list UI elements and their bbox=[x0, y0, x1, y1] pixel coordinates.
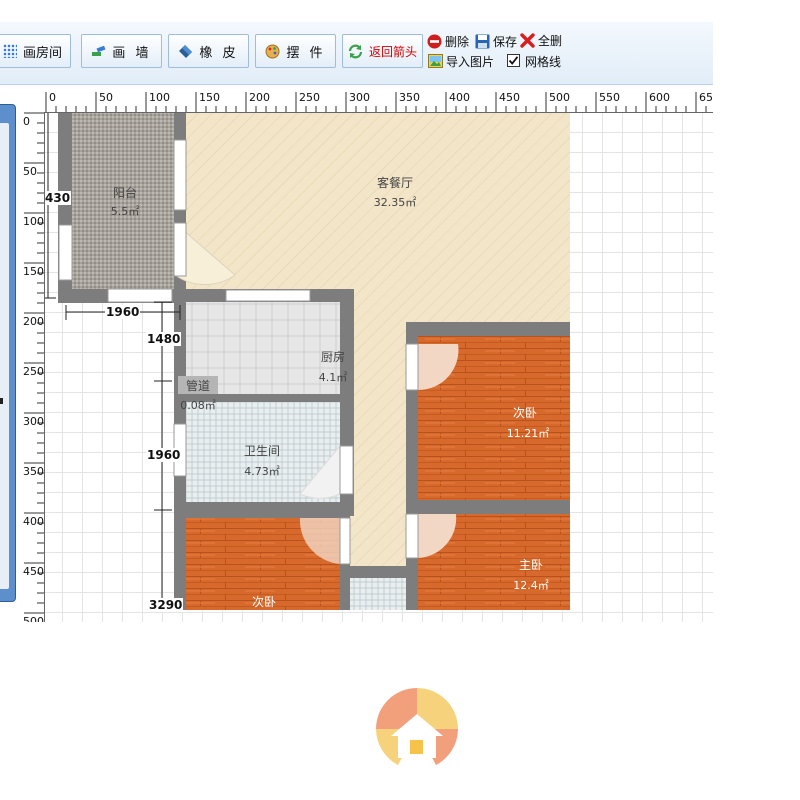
ruler-top-label: 650 bbox=[699, 91, 713, 104]
drawing-canvas[interactable]: 阳台 5.5㎡ 客餐厅 32.35㎡ 厨房 4.1㎡ 管道 0.08㎡ 卫生间 … bbox=[0, 90, 713, 622]
kitchen-window bbox=[225, 289, 311, 302]
balcony-name: 阳台 bbox=[112, 186, 138, 200]
furniture-label: 摆 件 bbox=[286, 45, 326, 61]
ruler-top-label: 600 bbox=[649, 91, 670, 104]
draw-room-button[interactable]: 画房间 bbox=[0, 34, 71, 68]
ruler-left-label: 0 bbox=[23, 115, 30, 128]
bottom-bedroom-door-opening bbox=[339, 517, 351, 565]
image-icon bbox=[428, 54, 443, 69]
eraser-icon bbox=[178, 44, 193, 59]
balcony-window-top bbox=[107, 288, 173, 303]
ruler-top-label: 500 bbox=[549, 91, 570, 104]
refresh-arrows-icon bbox=[348, 44, 363, 59]
dimension-1960-top: 1960 bbox=[105, 305, 141, 319]
living-room-name: 客餐厅 bbox=[376, 176, 414, 190]
bathroom-area: 4.73㎡ bbox=[244, 465, 280, 478]
right-bedroom-door-opening bbox=[405, 343, 419, 391]
ruler-top-label: 300 bbox=[349, 91, 370, 104]
ruler-top-label: 0 bbox=[49, 91, 56, 104]
ruler-top-label: 50 bbox=[99, 91, 113, 104]
balcony-window-right bbox=[173, 139, 187, 211]
ruler-left-label: 200 bbox=[23, 315, 44, 328]
delete-all-label: 全删 bbox=[538, 34, 563, 48]
undo-label: 返回箭头 bbox=[368, 44, 417, 59]
delete-all-button[interactable]: 全删 bbox=[520, 32, 562, 49]
house-logo-icon bbox=[376, 688, 458, 765]
pencil-wall-icon bbox=[91, 44, 106, 59]
side-panel-collapsed[interactable] bbox=[0, 104, 16, 602]
ruler-left-label: 100 bbox=[23, 215, 44, 228]
kitchen-area: 4.1㎡ bbox=[318, 371, 348, 384]
minus-circle-icon bbox=[427, 34, 442, 49]
ruler-corner bbox=[22, 90, 44, 112]
side-panel-inner bbox=[0, 123, 9, 589]
floor-plan[interactable] bbox=[0, 90, 713, 622]
ruler-top-label: 150 bbox=[199, 91, 220, 104]
import-image-button[interactable]: 导入图片 bbox=[428, 53, 494, 70]
grid-lines-label: 网格线 bbox=[525, 55, 562, 69]
pipe-name: 管道 bbox=[185, 379, 211, 393]
ruler-top: 0 50 100 150 200 250 300 350 400 450 500 550 600 650 bbox=[44, 90, 713, 113]
balcony-floor[interactable] bbox=[72, 113, 174, 289]
side-panel-handle[interactable] bbox=[0, 398, 3, 404]
master-bedroom-area: 12.4㎡ bbox=[513, 579, 549, 592]
ruler-top-label: 550 bbox=[599, 91, 620, 104]
import-image-label: 导入图片 bbox=[446, 55, 495, 69]
draw-wall-button[interactable]: 画 墙 bbox=[81, 34, 162, 68]
bathroom-name: 卫生间 bbox=[243, 444, 281, 458]
ruler-top-label: 200 bbox=[249, 91, 270, 104]
ruler-left-label: 400 bbox=[23, 515, 44, 528]
draw-wall-label: 画 墙 bbox=[112, 45, 152, 61]
eraser-button[interactable]: 橡 皮 bbox=[168, 34, 249, 68]
toolbar: 画房间 画 墙 橡 皮 摆 件 返回箭头 删除 保存 全删 导入图片 网格线 bbox=[0, 22, 713, 85]
palette-icon bbox=[265, 44, 280, 59]
ruler-top-label: 400 bbox=[449, 91, 470, 104]
draw-room-label: 画房间 bbox=[22, 45, 62, 61]
master-bedroom-name: 主卧 bbox=[518, 558, 544, 572]
ruler-top-label: 100 bbox=[149, 91, 170, 104]
floppy-disk-icon bbox=[475, 34, 490, 49]
ruler-top-label: 350 bbox=[399, 91, 420, 104]
undo-button[interactable]: 返回箭头 bbox=[342, 34, 423, 68]
ruler-left-label: 50 bbox=[23, 165, 37, 178]
pipe-area: 0.08㎡ bbox=[180, 399, 216, 412]
ruler-left-label: 350 bbox=[23, 465, 44, 478]
balcony-area: 5.5㎡ bbox=[110, 205, 140, 218]
balcony-window-left bbox=[58, 224, 73, 281]
delete-label: 删除 bbox=[445, 35, 470, 49]
right-bedroom-name: 次卧 bbox=[512, 406, 538, 420]
bottom-bedroom-name: 次卧 bbox=[251, 595, 277, 609]
red-x-icon bbox=[520, 33, 535, 48]
dimension-430: 430 bbox=[44, 191, 72, 205]
ruler-left-label: 250 bbox=[23, 365, 44, 378]
kitchen-name: 厨房 bbox=[320, 350, 346, 364]
master-bedroom-door-opening bbox=[405, 513, 419, 559]
ruler-left-label: 450 bbox=[23, 565, 44, 578]
ruler-left-label: 300 bbox=[23, 415, 44, 428]
ruler-top-label: 450 bbox=[499, 91, 520, 104]
right-bedroom-area: 11.21㎡ bbox=[506, 427, 550, 440]
ruler-left-label: 500 bbox=[23, 615, 44, 622]
delete-button[interactable]: 删除 bbox=[427, 33, 469, 50]
checkbox-checked-icon[interactable] bbox=[507, 54, 522, 69]
save-label: 保存 bbox=[493, 35, 518, 49]
dimension-1480: 1480 bbox=[146, 332, 182, 346]
grid-lines-toggle[interactable]: 网格线 bbox=[507, 53, 561, 70]
balcony-door-opening bbox=[173, 222, 187, 277]
ruler-left-label: 150 bbox=[23, 265, 44, 278]
dimension-1960-left: 1960 bbox=[146, 448, 182, 462]
ruler-top-label: 250 bbox=[299, 91, 320, 104]
dimension-3290: 3290 bbox=[148, 598, 184, 612]
eraser-label: 橡 皮 bbox=[199, 45, 239, 61]
save-button[interactable]: 保存 bbox=[475, 33, 517, 50]
bathroom-door-opening bbox=[339, 445, 354, 495]
living-room-area: 32.35㎡ bbox=[373, 196, 417, 209]
furniture-button[interactable]: 摆 件 bbox=[255, 34, 336, 68]
ruler-left: 0 50 100 150 200 250 300 350 400 450 500 bbox=[22, 112, 45, 622]
grid-dots-icon bbox=[2, 44, 17, 58]
